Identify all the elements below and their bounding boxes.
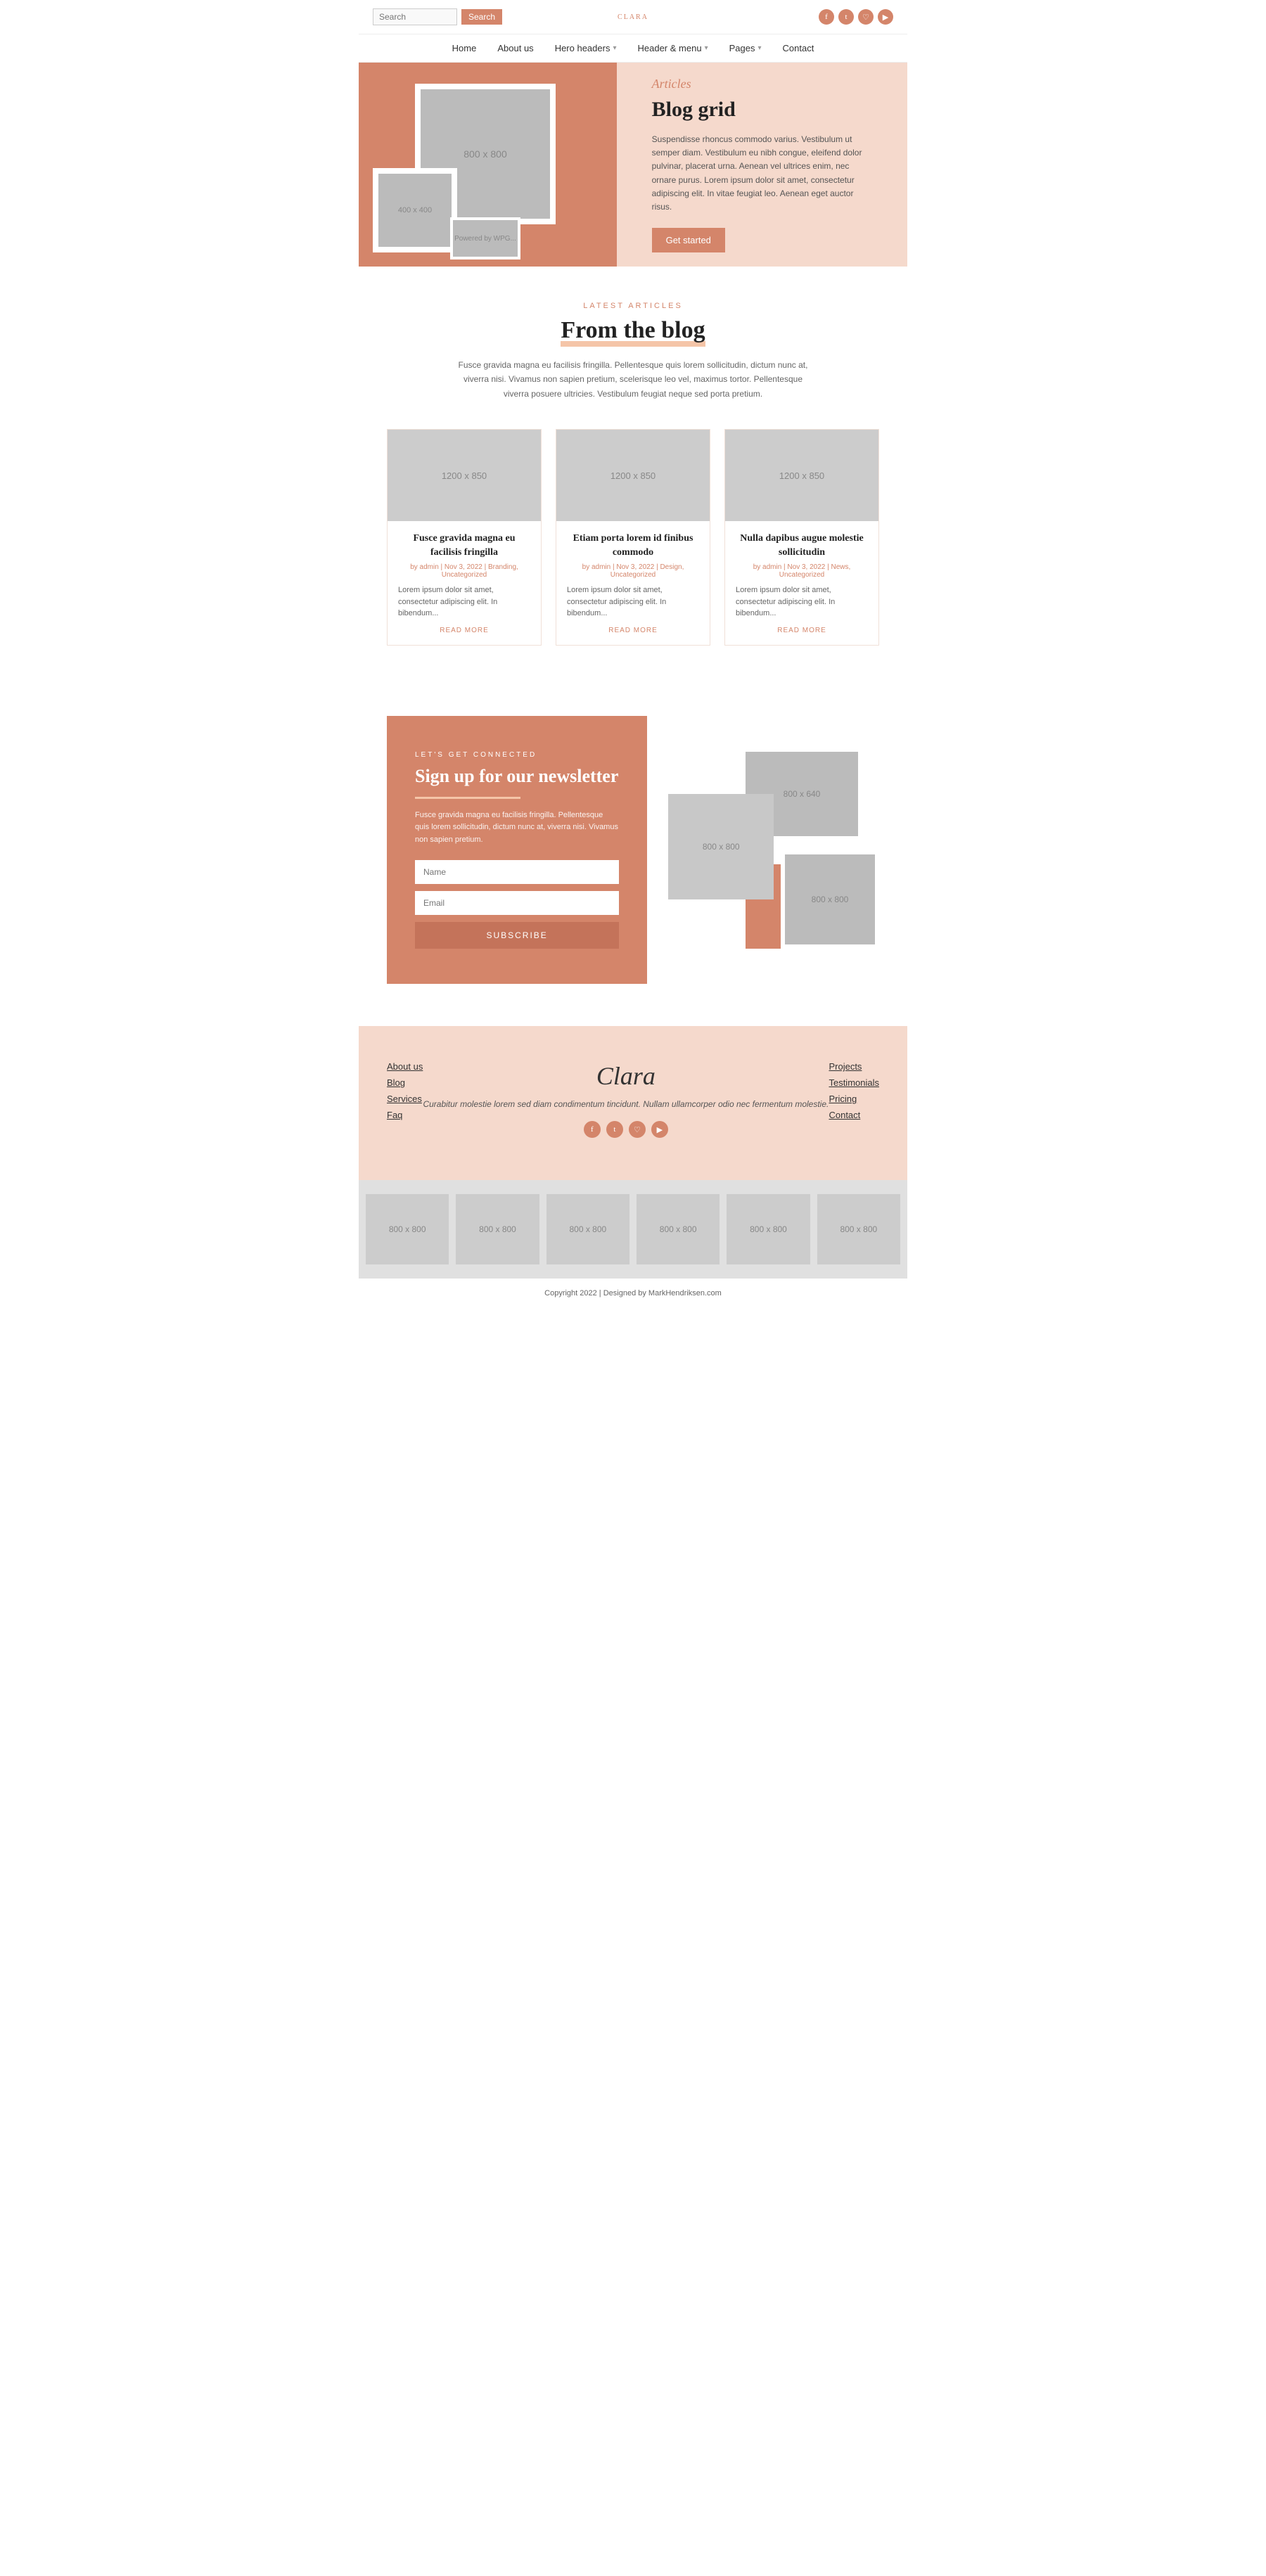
footer-center: Clara Curabitur molestie lorem sed diam …	[423, 1061, 829, 1138]
copyright-bar: Copyright 2022 | Designed by MarkHendrik…	[359, 1279, 907, 1308]
blog-card-body: Etiam porta lorem id finibus commodo by …	[556, 521, 710, 645]
nav-hero-headers[interactable]: Hero headers ▾	[555, 43, 617, 53]
blog-card-title: Fusce gravida magna eu facilisis fringil…	[398, 532, 530, 559]
twitter-icon[interactable]: t	[838, 9, 854, 25]
newsletter-images: 800 x 640 800 x 800 800 x 800	[668, 752, 879, 949]
footer-link-testimonials[interactable]: Testimonials	[829, 1077, 879, 1088]
gallery-item: 800 x 800	[727, 1194, 810, 1264]
blog-section: LATEST ARTICLES From the blog Fusce grav…	[359, 267, 907, 674]
blog-section-description: Fusce gravida magna eu facilisis fringil…	[450, 358, 816, 401]
blog-card: 1200 x 850 Fusce gravida magna eu facili…	[387, 429, 542, 646]
newsletter-section: LET'S GET CONNECTED Sign up for our news…	[359, 674, 907, 1027]
blog-section-title: From the blog	[561, 317, 705, 344]
blog-card-meta: by admin | Nov 3, 2022 | News, Uncategor…	[736, 563, 868, 579]
nav-home[interactable]: Home	[452, 43, 477, 53]
chevron-down-icon: ▾	[757, 44, 761, 52]
read-more-link[interactable]: READ MORE	[736, 627, 868, 634]
hero-tiny-image: Powered by WPG...	[450, 217, 520, 259]
read-more-link[interactable]: READ MORE	[567, 627, 699, 634]
blog-card-title: Etiam porta lorem id finibus commodo	[567, 532, 699, 559]
hero-content: Articles Blog grid Suspendisse rhoncus c…	[617, 63, 907, 267]
newsletter-title: Sign up for our newsletter	[415, 764, 619, 788]
get-started-button[interactable]: Get started	[652, 228, 725, 252]
footer-logo[interactable]: Clara	[423, 1061, 829, 1091]
instagram-icon[interactable]: ♡	[858, 9, 874, 25]
blog-card-meta: by admin | Nov 3, 2022 | Design, Uncateg…	[567, 563, 699, 579]
gallery-item: 800 x 800	[546, 1194, 629, 1264]
gallery-item: 800 x 800	[817, 1194, 900, 1264]
blog-card-excerpt: Lorem ipsum dolor sit amet, consectetur …	[736, 584, 868, 620]
hero-description: Suspendisse rhoncus commodo varius. Vest…	[652, 133, 872, 214]
footer-link-contact[interactable]: Contact	[829, 1110, 879, 1120]
header-search-area: Search	[373, 8, 502, 25]
blog-card-image: 1200 x 850	[725, 430, 878, 521]
nav-pages[interactable]: Pages ▾	[729, 43, 762, 53]
newsletter-name-input[interactable]	[415, 860, 619, 884]
footer-top: About us Blog Services Faq Clara Curabit…	[387, 1061, 879, 1138]
newsletter-label: LET'S GET CONNECTED	[415, 751, 619, 759]
footer-link-about[interactable]: About us	[387, 1061, 423, 1072]
hero-image-area: 800 x 800 400 x 400 Powered by WPG...	[359, 63, 617, 267]
youtube-icon[interactable]: ▶	[878, 9, 893, 25]
header-social-icons: f t ♡ ▶	[819, 9, 893, 25]
footer-link-pricing[interactable]: Pricing	[829, 1094, 879, 1104]
footer-youtube-icon[interactable]: ▶	[651, 1121, 668, 1138]
header: Search Clara f t ♡ ▶	[359, 0, 907, 34]
blog-card-image: 1200 x 850	[388, 430, 541, 521]
blog-card: 1200 x 850 Nulla dapibus augue molestie …	[724, 429, 879, 646]
newsletter-description: Fusce gravida magna eu facilisis fringil…	[415, 809, 619, 847]
footer-facebook-icon[interactable]: f	[584, 1121, 601, 1138]
footer-twitter-icon[interactable]: t	[606, 1121, 623, 1138]
hero-small-image: 400 x 400	[373, 168, 457, 252]
newsletter-image-3: 800 x 800	[781, 850, 879, 949]
chevron-down-icon: ▾	[613, 44, 616, 52]
footer-tagline: Curabitur molestie lorem sed diam condim…	[423, 1098, 829, 1110]
footer-social-icons: f t ♡ ▶	[423, 1121, 829, 1138]
newsletter-image-2: 800 x 800	[668, 794, 774, 899]
search-input[interactable]	[373, 8, 457, 25]
gallery-strip: 800 x 800 800 x 800 800 x 800 800 x 800 …	[359, 1180, 907, 1279]
hero-subtitle: Articles	[652, 77, 872, 91]
nav-about[interactable]: About us	[497, 43, 533, 53]
blog-cards-container: 1200 x 850 Fusce gravida magna eu facili…	[387, 429, 879, 646]
nav-contact[interactable]: Contact	[783, 43, 814, 53]
blog-card-body: Nulla dapibus augue molestie sollicitudi…	[725, 521, 878, 645]
newsletter-underline	[415, 797, 520, 799]
blog-section-label: LATEST ARTICLES	[387, 302, 879, 310]
chevron-down-icon: ▾	[705, 44, 708, 52]
blog-card: 1200 x 850 Etiam porta lorem id finibus …	[556, 429, 710, 646]
blog-card-body: Fusce gravida magna eu facilisis fringil…	[388, 521, 541, 645]
blog-card-excerpt: Lorem ipsum dolor sit amet, consectetur …	[567, 584, 699, 620]
gallery-item: 800 x 800	[366, 1194, 449, 1264]
subscribe-button[interactable]: SUBSCRIBE	[415, 922, 619, 949]
footer-links-right: Projects Testimonials Pricing Contact	[829, 1061, 879, 1138]
blog-card-excerpt: Lorem ipsum dolor sit amet, consectetur …	[398, 584, 530, 620]
gallery-item: 800 x 800	[637, 1194, 720, 1264]
facebook-icon[interactable]: f	[819, 9, 834, 25]
footer-link-faq[interactable]: Faq	[387, 1110, 423, 1120]
copyright-text: Copyright 2022 | Designed by MarkHendrik…	[544, 1289, 722, 1297]
site-logo[interactable]: Clara	[618, 13, 648, 21]
main-nav: Home About us Hero headers ▾ Header & me…	[359, 34, 907, 63]
hero-section: 800 x 800 400 x 400 Powered by WPG... Ar…	[359, 63, 907, 267]
search-button[interactable]: Search	[461, 9, 502, 25]
nav-header-menu[interactable]: Header & menu ▾	[638, 43, 708, 53]
blog-card-meta: by admin | Nov 3, 2022 | Branding, Uncat…	[398, 563, 530, 579]
footer-link-projects[interactable]: Projects	[829, 1061, 879, 1072]
footer-link-services[interactable]: Services	[387, 1094, 423, 1104]
gallery-item: 800 x 800	[456, 1194, 539, 1264]
footer-links-left: About us Blog Services Faq	[387, 1061, 423, 1138]
newsletter-email-input[interactable]	[415, 891, 619, 915]
hero-title: Blog grid	[652, 97, 872, 122]
blog-card-title: Nulla dapibus augue molestie sollicitudi…	[736, 532, 868, 559]
newsletter-form-area: LET'S GET CONNECTED Sign up for our news…	[387, 716, 647, 985]
read-more-link[interactable]: READ MORE	[398, 627, 530, 634]
footer-instagram-icon[interactable]: ♡	[629, 1121, 646, 1138]
footer: About us Blog Services Faq Clara Curabit…	[359, 1026, 907, 1180]
footer-link-blog[interactable]: Blog	[387, 1077, 423, 1088]
blog-card-image: 1200 x 850	[556, 430, 710, 521]
